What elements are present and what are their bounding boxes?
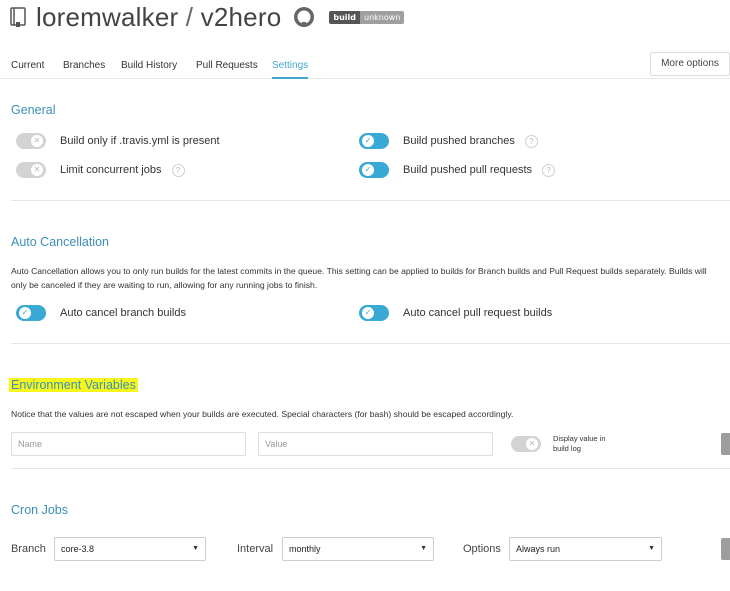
add-env-var-button[interactable] xyxy=(721,433,730,455)
cron-interval-select[interactable]: monthly ▼ xyxy=(282,537,434,561)
section-divider xyxy=(11,200,730,201)
section-divider xyxy=(11,343,730,344)
toggle-auto-cancel-branch[interactable]: ✓ xyxy=(16,305,46,321)
setting-build-only-travis-yml: ✕ Build only if .travis.yml is present xyxy=(16,133,220,149)
setting-auto-cancel-pull-request: ✓ Auto cancel pull request builds xyxy=(359,305,552,321)
tab-current[interactable]: Current xyxy=(11,60,44,71)
caret-down-icon: ▼ xyxy=(420,545,427,552)
cron-branch-value: core-3.8 xyxy=(61,544,95,554)
toggle-build-only-travis-yml[interactable]: ✕ xyxy=(16,133,46,149)
question-mark-icon[interactable]: ? xyxy=(524,134,538,148)
github-octocat-icon[interactable] xyxy=(293,6,315,28)
tab-pull-requests[interactable]: Pull Requests xyxy=(196,60,258,71)
cron-jobs-title: Cron Jobs xyxy=(11,503,68,517)
cron-options-label: Options xyxy=(463,543,501,555)
check-icon: ✓ xyxy=(362,135,374,147)
repo-name-link[interactable]: v2hero xyxy=(201,2,282,32)
repo-tabs: Current Branches Build History Pull Requ… xyxy=(0,52,730,79)
auto-cancellation-description: Auto Cancellation allows you to only run… xyxy=(11,266,707,290)
display-value-label-line2: build log xyxy=(553,444,581,453)
setting-label: Build only if .travis.yml is present xyxy=(60,135,220,147)
env-vars-title-text: Environment Variables xyxy=(9,378,138,392)
setting-auto-cancel-branch: ✓ Auto cancel branch builds xyxy=(16,305,186,321)
repo-separator: / xyxy=(185,1,194,32)
badge-right: unknown xyxy=(360,10,405,24)
caret-down-icon: ▼ xyxy=(192,545,199,552)
more-options-button[interactable]: More options xyxy=(650,52,730,76)
env-vars-title: Environment Variables xyxy=(9,378,138,392)
check-icon: ✓ xyxy=(19,307,31,319)
env-vars-description: Notice that the values are not escaped w… xyxy=(11,409,514,419)
toggle-display-value-in-build-log[interactable]: ✕ xyxy=(511,436,541,452)
setting-label: Auto cancel pull request builds xyxy=(403,307,553,319)
setting-build-pushed-branches: ✓ Build pushed branches ? xyxy=(359,133,538,149)
setting-label: Build pushed pull requests xyxy=(403,164,533,176)
x-icon: ✕ xyxy=(31,164,43,176)
section-divider xyxy=(11,468,730,469)
cron-branch-select[interactable]: core-3.8 ▼ xyxy=(54,537,206,561)
repo-book-icon xyxy=(10,7,26,27)
tab-branches[interactable]: Branches xyxy=(63,60,105,71)
general-title: General xyxy=(11,103,56,117)
toggle-limit-concurrent-jobs[interactable]: ✕ xyxy=(16,162,46,178)
toggle-build-pushed-pull-requests[interactable]: ✓ xyxy=(359,162,389,178)
tab-build-history[interactable]: Build History xyxy=(121,60,177,71)
env-value-input[interactable] xyxy=(258,432,493,456)
badge-left: build xyxy=(329,10,360,24)
setting-label: Limit concurrent jobs xyxy=(60,164,162,176)
auto-cancellation-title: Auto Cancellation xyxy=(11,235,109,249)
question-mark-icon[interactable]: ? xyxy=(171,163,185,177)
cron-options-select[interactable]: Always run ▼ xyxy=(509,537,662,561)
build-status-badge[interactable]: build unknown xyxy=(329,10,405,24)
toggle-build-pushed-branches[interactable]: ✓ xyxy=(359,133,389,149)
env-name-input[interactable] xyxy=(11,432,246,456)
display-value-label: Display value in build log xyxy=(553,434,606,454)
x-icon: ✕ xyxy=(31,135,43,147)
caret-down-icon: ▼ xyxy=(648,545,655,552)
repo-header: loremwalker / v2hero build unknown xyxy=(10,0,405,34)
check-icon: ✓ xyxy=(362,307,374,319)
setting-limit-concurrent-jobs: ✕ Limit concurrent jobs ? xyxy=(16,162,185,178)
repo-owner-link[interactable]: loremwalker xyxy=(36,2,178,32)
x-icon: ✕ xyxy=(526,438,538,450)
question-mark-icon[interactable]: ? xyxy=(542,163,556,177)
repo-title: loremwalker / v2hero xyxy=(36,2,281,33)
display-value-label-line1: Display value in xyxy=(553,434,606,443)
toggle-auto-cancel-pull-request[interactable]: ✓ xyxy=(359,305,389,321)
check-icon: ✓ xyxy=(362,164,374,176)
tab-settings[interactable]: Settings xyxy=(272,60,309,79)
cron-options-value: Always run xyxy=(516,544,561,554)
add-cron-job-button[interactable] xyxy=(721,538,730,560)
setting-build-pushed-pull-requests: ✓ Build pushed pull requests ? xyxy=(359,162,556,178)
cron-interval-value: monthly xyxy=(289,544,321,554)
cron-branch-label: Branch xyxy=(11,543,46,555)
setting-label: Auto cancel branch builds xyxy=(60,307,186,319)
setting-label: Build pushed branches xyxy=(403,135,515,147)
cron-interval-label: Interval xyxy=(237,543,274,555)
